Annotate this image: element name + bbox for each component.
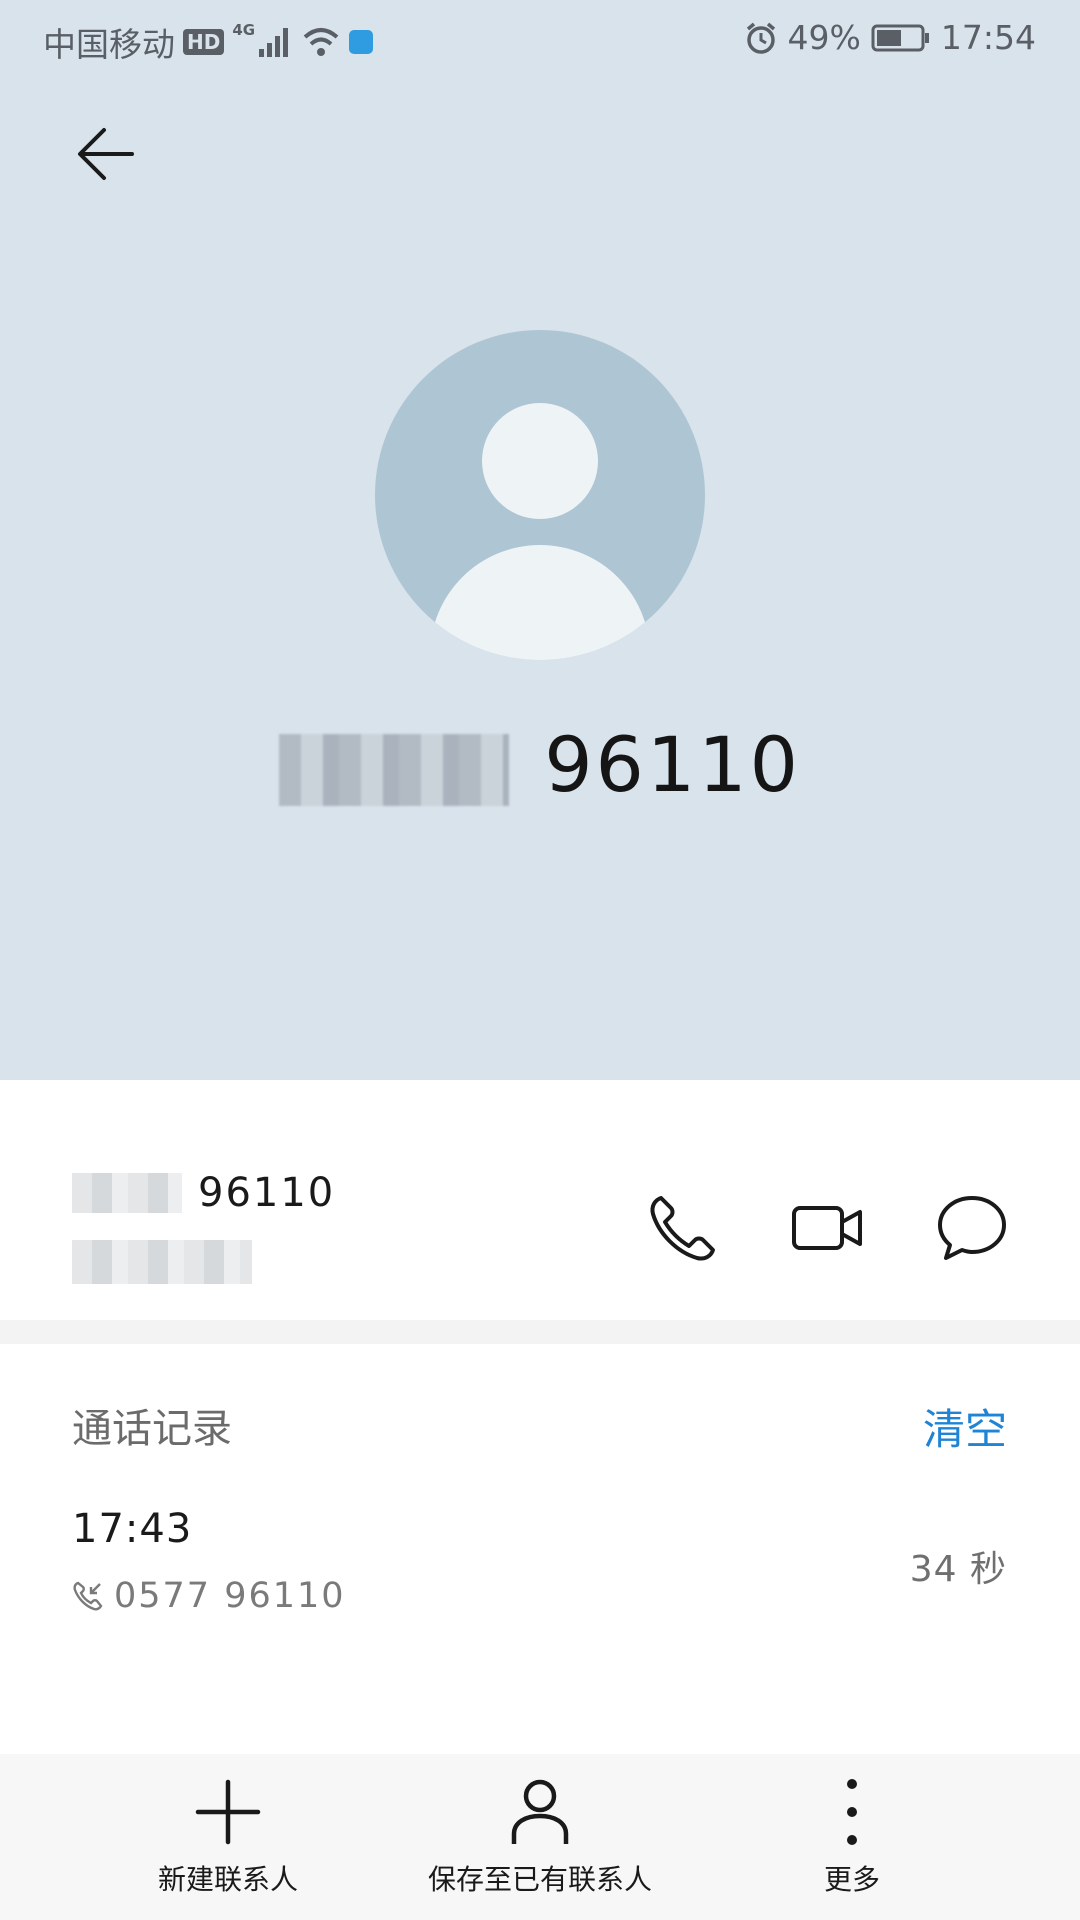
- redacted-location: [72, 1240, 252, 1284]
- call-log-section: 通话记录 清空 17:43 0577 96110 34 秒: [0, 1344, 1080, 1754]
- signal-icon: [259, 28, 289, 57]
- app-notification-icon: [349, 30, 374, 54]
- avatar-head: [482, 403, 598, 519]
- save-to-existing-button[interactable]: 保存至已有联系人: [380, 1772, 700, 1898]
- network-type-label: 4G: [232, 21, 256, 39]
- avatar-body: [430, 545, 650, 660]
- contact-header: 中国移动 HD 4G 49% 17:54 96110: [0, 0, 1080, 1080]
- contact-number: 96110: [198, 1170, 336, 1216]
- redacted-name: [279, 734, 510, 806]
- contact-location: [72, 1240, 252, 1284]
- alarm-icon: [746, 22, 775, 54]
- wifi-icon: [303, 28, 339, 56]
- video-call-button[interactable]: [788, 1188, 868, 1268]
- battery-percent: 49%: [787, 18, 861, 57]
- incoming-call-icon: [73, 1581, 103, 1611]
- battery-icon: [871, 24, 929, 51]
- section-divider: [0, 1320, 1080, 1344]
- contact-card: 96110: [0, 1080, 1080, 1320]
- back-button[interactable]: [74, 122, 138, 186]
- plus-icon: [195, 1779, 261, 1845]
- more-button[interactable]: 更多: [692, 1772, 1012, 1898]
- bottom-action-bar: 新建联系人 保存至已有联系人 更多: [0, 1754, 1080, 1920]
- call-log-title: 通话记录: [72, 1406, 232, 1452]
- call-number: 0577 96110: [114, 1576, 346, 1616]
- call-time: 17:43: [72, 1506, 193, 1552]
- message-button[interactable]: [932, 1188, 1012, 1268]
- call-button[interactable]: [643, 1188, 723, 1268]
- hd-badge: HD: [183, 29, 225, 55]
- call-duration: 34 秒: [909, 1549, 1007, 1590]
- status-bar: 中国移动 HD 4G 49% 17:54: [0, 0, 1080, 76]
- contact-avatar: [375, 330, 705, 660]
- contact-title: 96110: [0, 720, 1080, 809]
- more-vertical-icon: [847, 1779, 857, 1845]
- clock: 17:54: [940, 18, 1036, 57]
- new-contact-label: 新建联系人: [157, 1863, 298, 1896]
- contact-name-row: 96110: [72, 1170, 335, 1216]
- person-outline-icon: [511, 1779, 569, 1844]
- clear-log-button[interactable]: 清空: [923, 1396, 1007, 1457]
- redacted-name-small: [72, 1173, 182, 1213]
- more-label: 更多: [823, 1863, 880, 1896]
- carrier-label: 中国移动: [43, 25, 175, 64]
- new-contact-button[interactable]: 新建联系人: [68, 1772, 388, 1898]
- save-to-existing-label: 保存至已有联系人: [427, 1863, 652, 1896]
- call-number-row: 0577 96110: [72, 1576, 346, 1616]
- contact-title-number: 96110: [544, 720, 801, 809]
